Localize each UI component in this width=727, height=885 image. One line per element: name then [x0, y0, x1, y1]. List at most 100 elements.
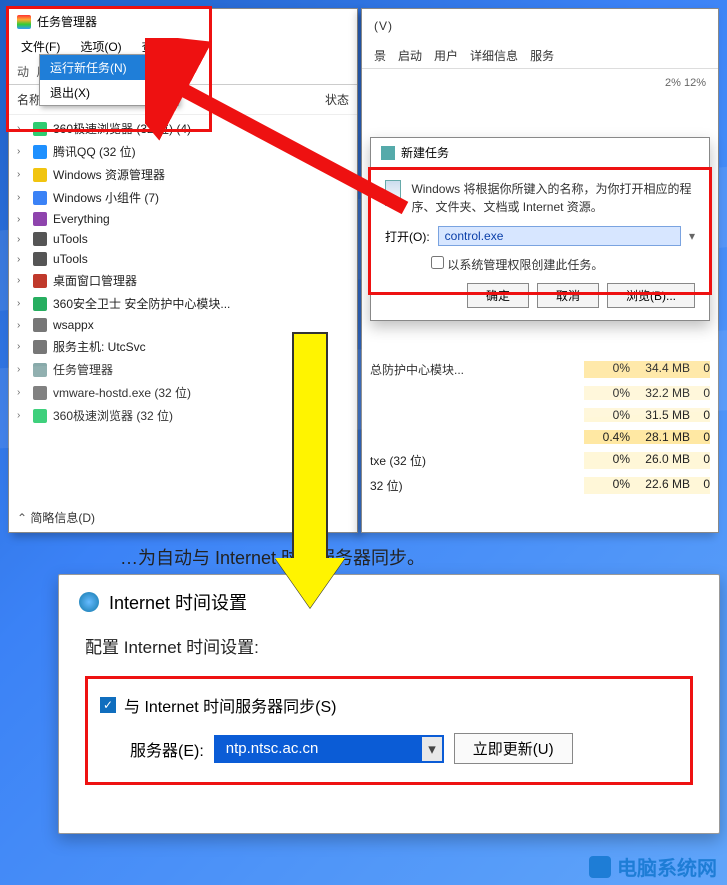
table-row[interactable]: 0.4% 28.1 MB 0 [362, 426, 718, 448]
annotation-red-box-3: ✓ 与 Internet 时间服务器同步(S) 服务器(E): ntp.ntsc… [85, 676, 693, 785]
window-title-bar: 任务管理器 [9, 9, 357, 34]
table-row[interactable]: 0% 31.5 MB 0 [362, 404, 718, 426]
expand-icon[interactable]: › [17, 298, 27, 309]
disk-cell: 0 [690, 477, 710, 494]
table-row[interactable]: 0% 32.2 MB 0 [362, 382, 718, 404]
app-icon [33, 409, 47, 423]
globe-icon [79, 592, 99, 612]
table-row[interactable]: 总防护中心模块... 0% 34.4 MB 0 [362, 357, 718, 382]
dropdown-chevron-icon[interactable]: ▾ [689, 229, 695, 243]
process-row[interactable]: › 任务管理器 [9, 358, 357, 381]
cpu-cell: 0.4% [584, 430, 630, 444]
ok-button[interactable]: 确定 [467, 283, 529, 308]
expand-icon[interactable]: › [17, 146, 27, 157]
browse-button[interactable]: 浏览(B)... [607, 283, 695, 308]
tab[interactable]: 服务 [530, 47, 554, 64]
process-row[interactable]: › 360极速浏览器 (32 位) (4) [9, 117, 357, 140]
app-icon [33, 297, 47, 311]
tab-strip: 景启动用户详细信息服务 [362, 43, 718, 69]
sync-hint-text: …为自动与 Internet 时间服务器同步。 [120, 544, 425, 570]
server-combobox[interactable]: ntp.ntsc.ac.cn ▾ [214, 735, 444, 763]
proc-name: 总防护中心模块... [370, 361, 584, 378]
process-row[interactable]: › Windows 资源管理器 [9, 163, 357, 186]
expand-icon[interactable]: › [17, 320, 27, 331]
app-icon [33, 318, 47, 332]
menu-item-exit[interactable]: 退出(X) [40, 80, 178, 105]
process-name: 360安全卫士 安全防护中心模块... [53, 295, 230, 312]
process-name: Windows 资源管理器 [53, 166, 165, 183]
app-icon [33, 252, 47, 266]
process-row[interactable]: › 360极速浏览器 (32 位) [9, 404, 357, 427]
cancel-button[interactable]: 取消 [537, 283, 599, 308]
process-name: Everything [53, 212, 110, 226]
process-row[interactable]: › 桌面窗口管理器 [9, 269, 357, 292]
process-row[interactable]: › 服务主机: UtcSvc [9, 335, 357, 358]
watermark: 电脑系统网 [589, 852, 717, 881]
expand-icon[interactable]: › [17, 275, 27, 286]
cpu-cell: 0% [584, 452, 630, 469]
disk-cell: 0 [690, 452, 710, 469]
fewer-details-link[interactable]: ⌃ 简略信息(D) [17, 509, 95, 526]
process-name: uTools [53, 252, 88, 266]
process-row[interactable]: › uTools [9, 229, 357, 249]
process-row[interactable]: › 腾讯QQ (32 位) [9, 140, 357, 163]
process-row[interactable]: › vmware-hostd.exe (32 位) [9, 381, 357, 404]
sync-checkbox-label: 与 Internet 时间服务器同步(S) [124, 693, 336, 717]
process-row[interactable]: › Windows 小组件 (7) [9, 186, 357, 209]
sync-checkbox[interactable]: ✓ [100, 697, 116, 713]
expand-icon[interactable]: › [17, 387, 27, 398]
menubar-partial: (V) [362, 9, 718, 43]
process-name: 服务主机: UtcSvc [53, 338, 146, 355]
app-icon [33, 168, 47, 182]
mem-cell: 31.5 MB [630, 408, 690, 422]
process-name: Windows 小组件 (7) [53, 189, 159, 206]
cpu-cell: 0% [584, 361, 630, 378]
update-now-button[interactable]: 立即更新(U) [454, 733, 573, 764]
process-table-partial: 总防护中心模块... 0% 34.4 MB 0 0% 32.2 MB 0 0% … [362, 357, 718, 498]
taskmgr-icon [17, 15, 31, 29]
chevron-down-icon[interactable]: ▾ [422, 737, 442, 761]
expand-icon[interactable]: › [17, 410, 27, 421]
dialog-title: Internet 时间设置 [109, 589, 247, 615]
app-icon [33, 191, 47, 205]
expand-icon[interactable]: › [17, 192, 27, 203]
disk-cell: 0 [690, 408, 710, 422]
disk-cell: 0 [690, 430, 710, 444]
expand-icon[interactable]: › [17, 234, 27, 245]
process-name: 360极速浏览器 (32 位) [53, 407, 173, 424]
open-input[interactable] [438, 226, 681, 246]
tab[interactable]: 详细信息 [470, 47, 518, 64]
admin-checkbox[interactable] [431, 256, 444, 269]
dialog-title: 新建任务 [401, 144, 449, 161]
app-icon [33, 340, 47, 354]
expand-icon[interactable]: › [17, 169, 27, 180]
expand-icon[interactable]: › [17, 341, 27, 352]
expand-icon[interactable]: › [17, 364, 27, 375]
process-name: 任务管理器 [53, 361, 113, 378]
process-row[interactable]: › Everything [9, 209, 357, 229]
app-icon [33, 363, 47, 377]
process-row[interactable]: › uTools [9, 249, 357, 269]
table-row[interactable]: 32 位) 0% 22.6 MB 0 [362, 473, 718, 498]
col-status[interactable]: 状态 [325, 91, 349, 108]
expand-icon[interactable]: › [17, 214, 27, 225]
cpu-cell: 0% [584, 408, 630, 422]
expand-icon[interactable]: › [17, 123, 27, 134]
cpu-cell: 0% [584, 386, 630, 400]
expand-icon[interactable]: › [17, 254, 27, 265]
watermark-text: 电脑系统网 [617, 852, 717, 881]
internet-time-settings-dialog: Internet 时间设置 配置 Internet 时间设置: ✓ 与 Inte… [58, 574, 720, 834]
menu-item-run-new-task[interactable]: 运行新任务(N) [40, 55, 178, 80]
app-icon [33, 386, 47, 400]
process-row[interactable]: › 360安全卫士 安全防护中心模块... [9, 292, 357, 315]
tab[interactable]: 景 [374, 47, 386, 64]
process-row[interactable]: › wsappx [9, 315, 357, 335]
proc-name [370, 408, 584, 422]
process-name: 360极速浏览器 (32 位) (4) [53, 120, 191, 137]
tab[interactable]: 启动 [398, 47, 422, 64]
app-icon [33, 232, 47, 246]
table-row[interactable]: txe (32 位) 0% 26.0 MB 0 [362, 448, 718, 473]
process-name: vmware-hostd.exe (32 位) [53, 384, 191, 401]
tab[interactable]: 用户 [434, 47, 458, 64]
app-icon [33, 145, 47, 159]
